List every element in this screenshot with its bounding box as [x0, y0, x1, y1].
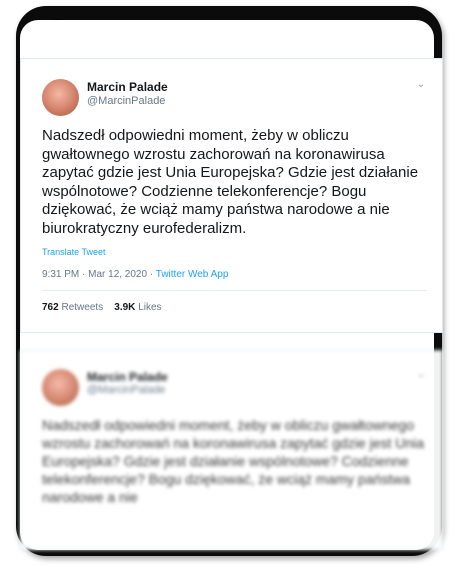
- chevron-down-icon: ⌄: [416, 369, 426, 380]
- retweets-stat[interactable]: 762 Retweets: [42, 302, 103, 313]
- chevron-down-icon[interactable]: ⌄: [414, 79, 428, 91]
- tweet-text: Nadszedł odpowiedni moment, żeby w oblic…: [42, 127, 419, 237]
- tweet-card[interactable]: Marcin Palade @MarcinPalade ⌄ Nadszedł o…: [20, 58, 443, 333]
- tweet-stats: 762 Retweets 3.9K Likes: [42, 302, 162, 313]
- avatar[interactable]: [42, 79, 79, 116]
- likes-label: Likes: [138, 302, 162, 313]
- blurred-tweet-card: Marcin Palade @MarcinPalade ⌄ Nadszedł o…: [20, 350, 443, 550]
- tweet-source[interactable]: Twitter Web App: [156, 269, 229, 280]
- retweets-count: 762: [42, 302, 59, 313]
- tweet-text: Nadszedł odpowiedni moment, żeby w oblic…: [42, 417, 425, 505]
- author-name: Marcin Palade: [87, 370, 168, 384]
- divider: [42, 290, 427, 291]
- likes-count: 3.9K: [114, 302, 136, 313]
- author-name[interactable]: Marcin Palade: [87, 80, 168, 94]
- author-handle: @MarcinPalade: [87, 384, 166, 396]
- avatar: [42, 369, 79, 406]
- tweet-meta: 9:31 PM · Mar 12, 2020 · Twitter Web App: [42, 269, 228, 280]
- likes-stat[interactable]: 3.9K Likes: [114, 302, 161, 313]
- author-handle[interactable]: @MarcinPalade: [87, 95, 165, 107]
- translate-tweet-link[interactable]: Translate Tweet: [42, 247, 106, 257]
- retweets-label: Retweets: [61, 302, 104, 313]
- tweet-timestamp[interactable]: 9:31 PM · Mar 12, 2020 ·: [42, 269, 156, 280]
